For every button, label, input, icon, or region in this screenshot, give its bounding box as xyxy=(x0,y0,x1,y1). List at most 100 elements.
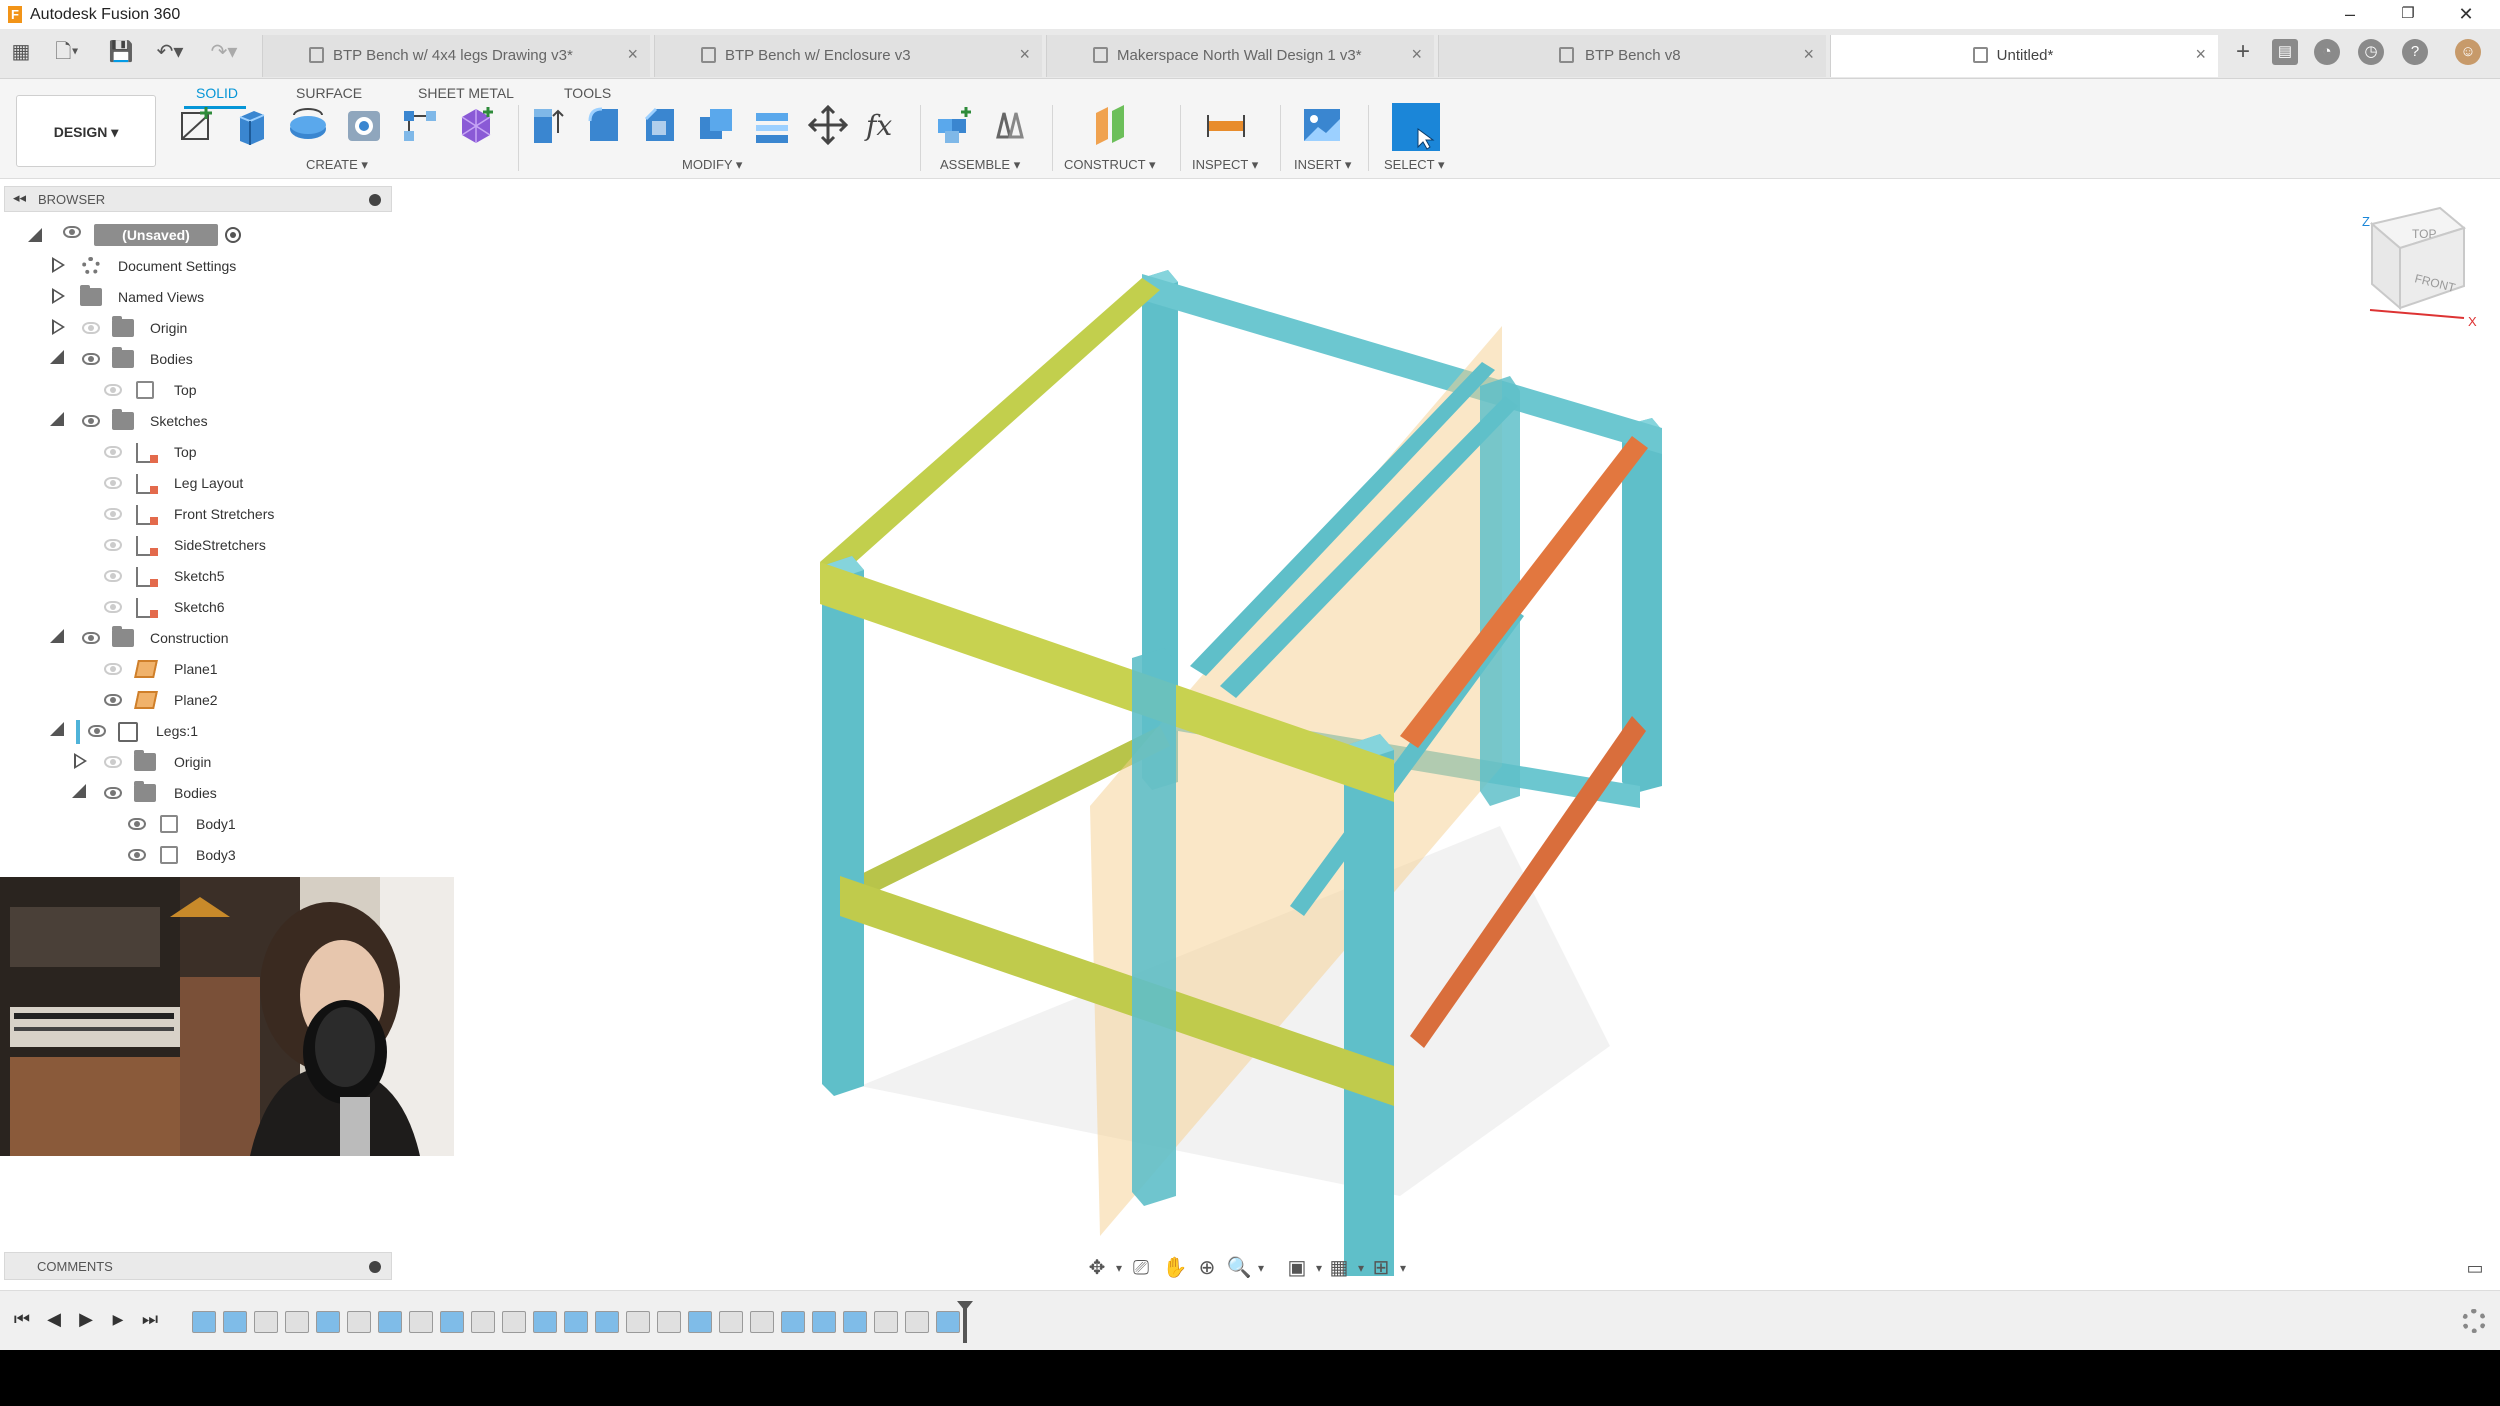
tree-item-sketches[interactable]: Sketches xyxy=(0,406,394,437)
timeline-feature-icon[interactable] xyxy=(905,1311,929,1333)
viewcube[interactable]: TOP FRONT Z X xyxy=(2362,206,2477,329)
insert-menu[interactable]: INSERT ▾ xyxy=(1294,157,1351,173)
offset-plane-icon[interactable] xyxy=(1088,103,1132,147)
visibility-eye-icon[interactable] xyxy=(128,818,146,830)
play-icon[interactable]: ▶ xyxy=(74,1307,98,1331)
look-at-icon[interactable]: ⎚ xyxy=(1128,1255,1154,1281)
tree-item-legs-component[interactable]: Legs:1 xyxy=(0,716,394,747)
tab-close-icon[interactable]: × xyxy=(1019,44,1030,65)
front-left-leg[interactable] xyxy=(822,556,864,1096)
construct-menu[interactable]: CONSTRUCT ▾ xyxy=(1064,157,1156,173)
collapse-double-chevron-icon[interactable]: ◂◂ xyxy=(13,190,26,206)
extensions-icon[interactable]: ◷ xyxy=(2358,39,2384,65)
measure-icon[interactable] xyxy=(1204,103,1248,147)
tree-item-body3[interactable]: Body3 xyxy=(0,840,394,871)
timeline-feature-icon[interactable] xyxy=(254,1311,278,1333)
revolve-icon[interactable] xyxy=(286,103,330,147)
visibility-eye-icon[interactable] xyxy=(104,384,122,396)
timeline-feature-icon[interactable] xyxy=(750,1311,774,1333)
create-menu[interactable]: CREATE ▾ xyxy=(306,157,368,173)
inspect-menu[interactable]: INSPECT ▾ xyxy=(1192,157,1258,173)
timeline-feature-icon[interactable] xyxy=(936,1311,960,1333)
3d-viewport[interactable]: TOP FRONT Z X xyxy=(400,186,2500,1276)
expand-toggle-icon[interactable] xyxy=(72,784,86,798)
tab-sheet-metal[interactable]: SHEET METAL xyxy=(418,85,514,101)
visibility-eye-icon[interactable] xyxy=(82,322,100,334)
left-top-rail[interactable] xyxy=(820,278,1160,574)
help-icon[interactable]: ? xyxy=(2402,39,2428,65)
visibility-eye-icon[interactable] xyxy=(63,226,81,238)
close-icon[interactable]: ✕ xyxy=(2446,2,2486,26)
tab-close-icon[interactable]: × xyxy=(627,44,638,65)
select-menu[interactable]: SELECT ▾ xyxy=(1384,157,1444,173)
tree-item-origin[interactable]: Origin xyxy=(0,313,394,344)
assemble-menu[interactable]: ASSEMBLE ▾ xyxy=(940,157,1020,173)
timeline-feature-icon[interactable] xyxy=(223,1311,247,1333)
expand-toggle-icon[interactable] xyxy=(52,319,65,335)
expand-toggle-icon[interactable] xyxy=(28,228,42,242)
timeline-feature-icon[interactable] xyxy=(657,1311,681,1333)
activate-radio-icon[interactable] xyxy=(225,227,241,243)
timeline-feature-icon[interactable] xyxy=(347,1311,371,1333)
tab-close-icon[interactable]: × xyxy=(2195,44,2206,65)
timeline-feature-icon[interactable] xyxy=(192,1311,216,1333)
timeline-feature-icon[interactable] xyxy=(316,1311,340,1333)
expand-toggle-icon[interactable] xyxy=(74,753,87,769)
expand-toggle-icon[interactable] xyxy=(50,629,64,643)
tree-item-legs-bodies[interactable]: Bodies xyxy=(0,778,394,809)
visibility-eye-icon[interactable] xyxy=(104,787,122,799)
visibility-eye-icon[interactable] xyxy=(104,694,122,706)
tree-item-plane2[interactable]: Plane2 xyxy=(0,685,394,716)
timeline-feature-icon[interactable] xyxy=(843,1311,867,1333)
timeline-feature-icon[interactable] xyxy=(719,1311,743,1333)
rectangular-pattern-icon[interactable] xyxy=(398,103,442,147)
split-body-icon[interactable] xyxy=(750,103,794,147)
timeline-feature-icon[interactable] xyxy=(812,1311,836,1333)
tab-makerspace-north-wall[interactable]: Makerspace North Wall Design 1 v3* × xyxy=(1046,35,1434,77)
tab-close-icon[interactable]: × xyxy=(1803,44,1814,65)
job-status-icon[interactable]: ▤ xyxy=(2272,39,2298,65)
minimize-icon[interactable]: – xyxy=(2330,2,2370,26)
joint-icon[interactable] xyxy=(988,103,1032,147)
insert-image-icon[interactable] xyxy=(1300,103,1344,147)
visibility-eye-icon[interactable] xyxy=(104,663,122,675)
pin-icon[interactable] xyxy=(369,194,381,206)
data-panel-grid-icon[interactable]: ▦ xyxy=(8,38,34,66)
expand-toggle-icon[interactable] xyxy=(50,350,64,364)
tree-item-sketch-leg-layout[interactable]: Leg Layout xyxy=(0,468,394,499)
expand-toggle-icon[interactable] xyxy=(52,257,65,273)
tree-item-construction[interactable]: Construction xyxy=(0,623,394,654)
tree-item-body1[interactable]: Body1 xyxy=(0,809,394,840)
visibility-eye-icon[interactable] xyxy=(104,477,122,489)
chamfer-icon[interactable] xyxy=(638,103,682,147)
combine-icon[interactable] xyxy=(694,103,738,147)
timeline-feature-icon[interactable] xyxy=(440,1311,464,1333)
tree-item-sketch-side-stretchers[interactable]: SideStretchers xyxy=(0,530,394,561)
pan-icon[interactable]: ✋ xyxy=(1162,1255,1188,1281)
timeline-feature-icon[interactable] xyxy=(688,1311,712,1333)
zoom-icon[interactable]: ⊕ xyxy=(1194,1255,1220,1281)
file-menu-icon[interactable]: 🗋▾ xyxy=(50,38,84,66)
timeline-feature-icon[interactable] xyxy=(409,1311,433,1333)
tree-item-named-views[interactable]: Named Views xyxy=(0,282,394,313)
visibility-eye-icon[interactable] xyxy=(82,353,100,365)
tree-item-plane1[interactable]: Plane1 xyxy=(0,654,394,685)
visibility-eye-icon[interactable] xyxy=(104,446,122,458)
viewports-dropdown-icon[interactable]: ▾ xyxy=(1390,1255,1416,1281)
tab-btp-bench-v8[interactable]: BTP Bench v8 × xyxy=(1438,35,1826,77)
expand-toggle-icon[interactable] xyxy=(52,288,65,304)
timeline-feature-icon[interactable] xyxy=(564,1311,588,1333)
visibility-eye-icon[interactable] xyxy=(104,601,122,613)
tree-item-sketch6[interactable]: Sketch6 xyxy=(0,592,394,623)
restore-icon[interactable]: ❐ xyxy=(2388,2,2428,26)
tab-untitled[interactable]: Untitled* × xyxy=(1830,35,2218,77)
hole-icon[interactable] xyxy=(342,103,386,147)
go-to-start-icon[interactable]: ⏮ xyxy=(10,1307,34,1331)
middle-front-post[interactable] xyxy=(1132,648,1176,1206)
viewcube-top-label[interactable]: TOP xyxy=(2412,227,2436,241)
timeline-feature-icon[interactable] xyxy=(874,1311,898,1333)
visibility-eye-icon[interactable] xyxy=(82,415,100,427)
tab-tools[interactable]: TOOLS xyxy=(564,85,611,101)
tree-item-document-settings[interactable]: Document Settings xyxy=(0,251,394,282)
move-copy-icon[interactable] xyxy=(806,103,850,147)
